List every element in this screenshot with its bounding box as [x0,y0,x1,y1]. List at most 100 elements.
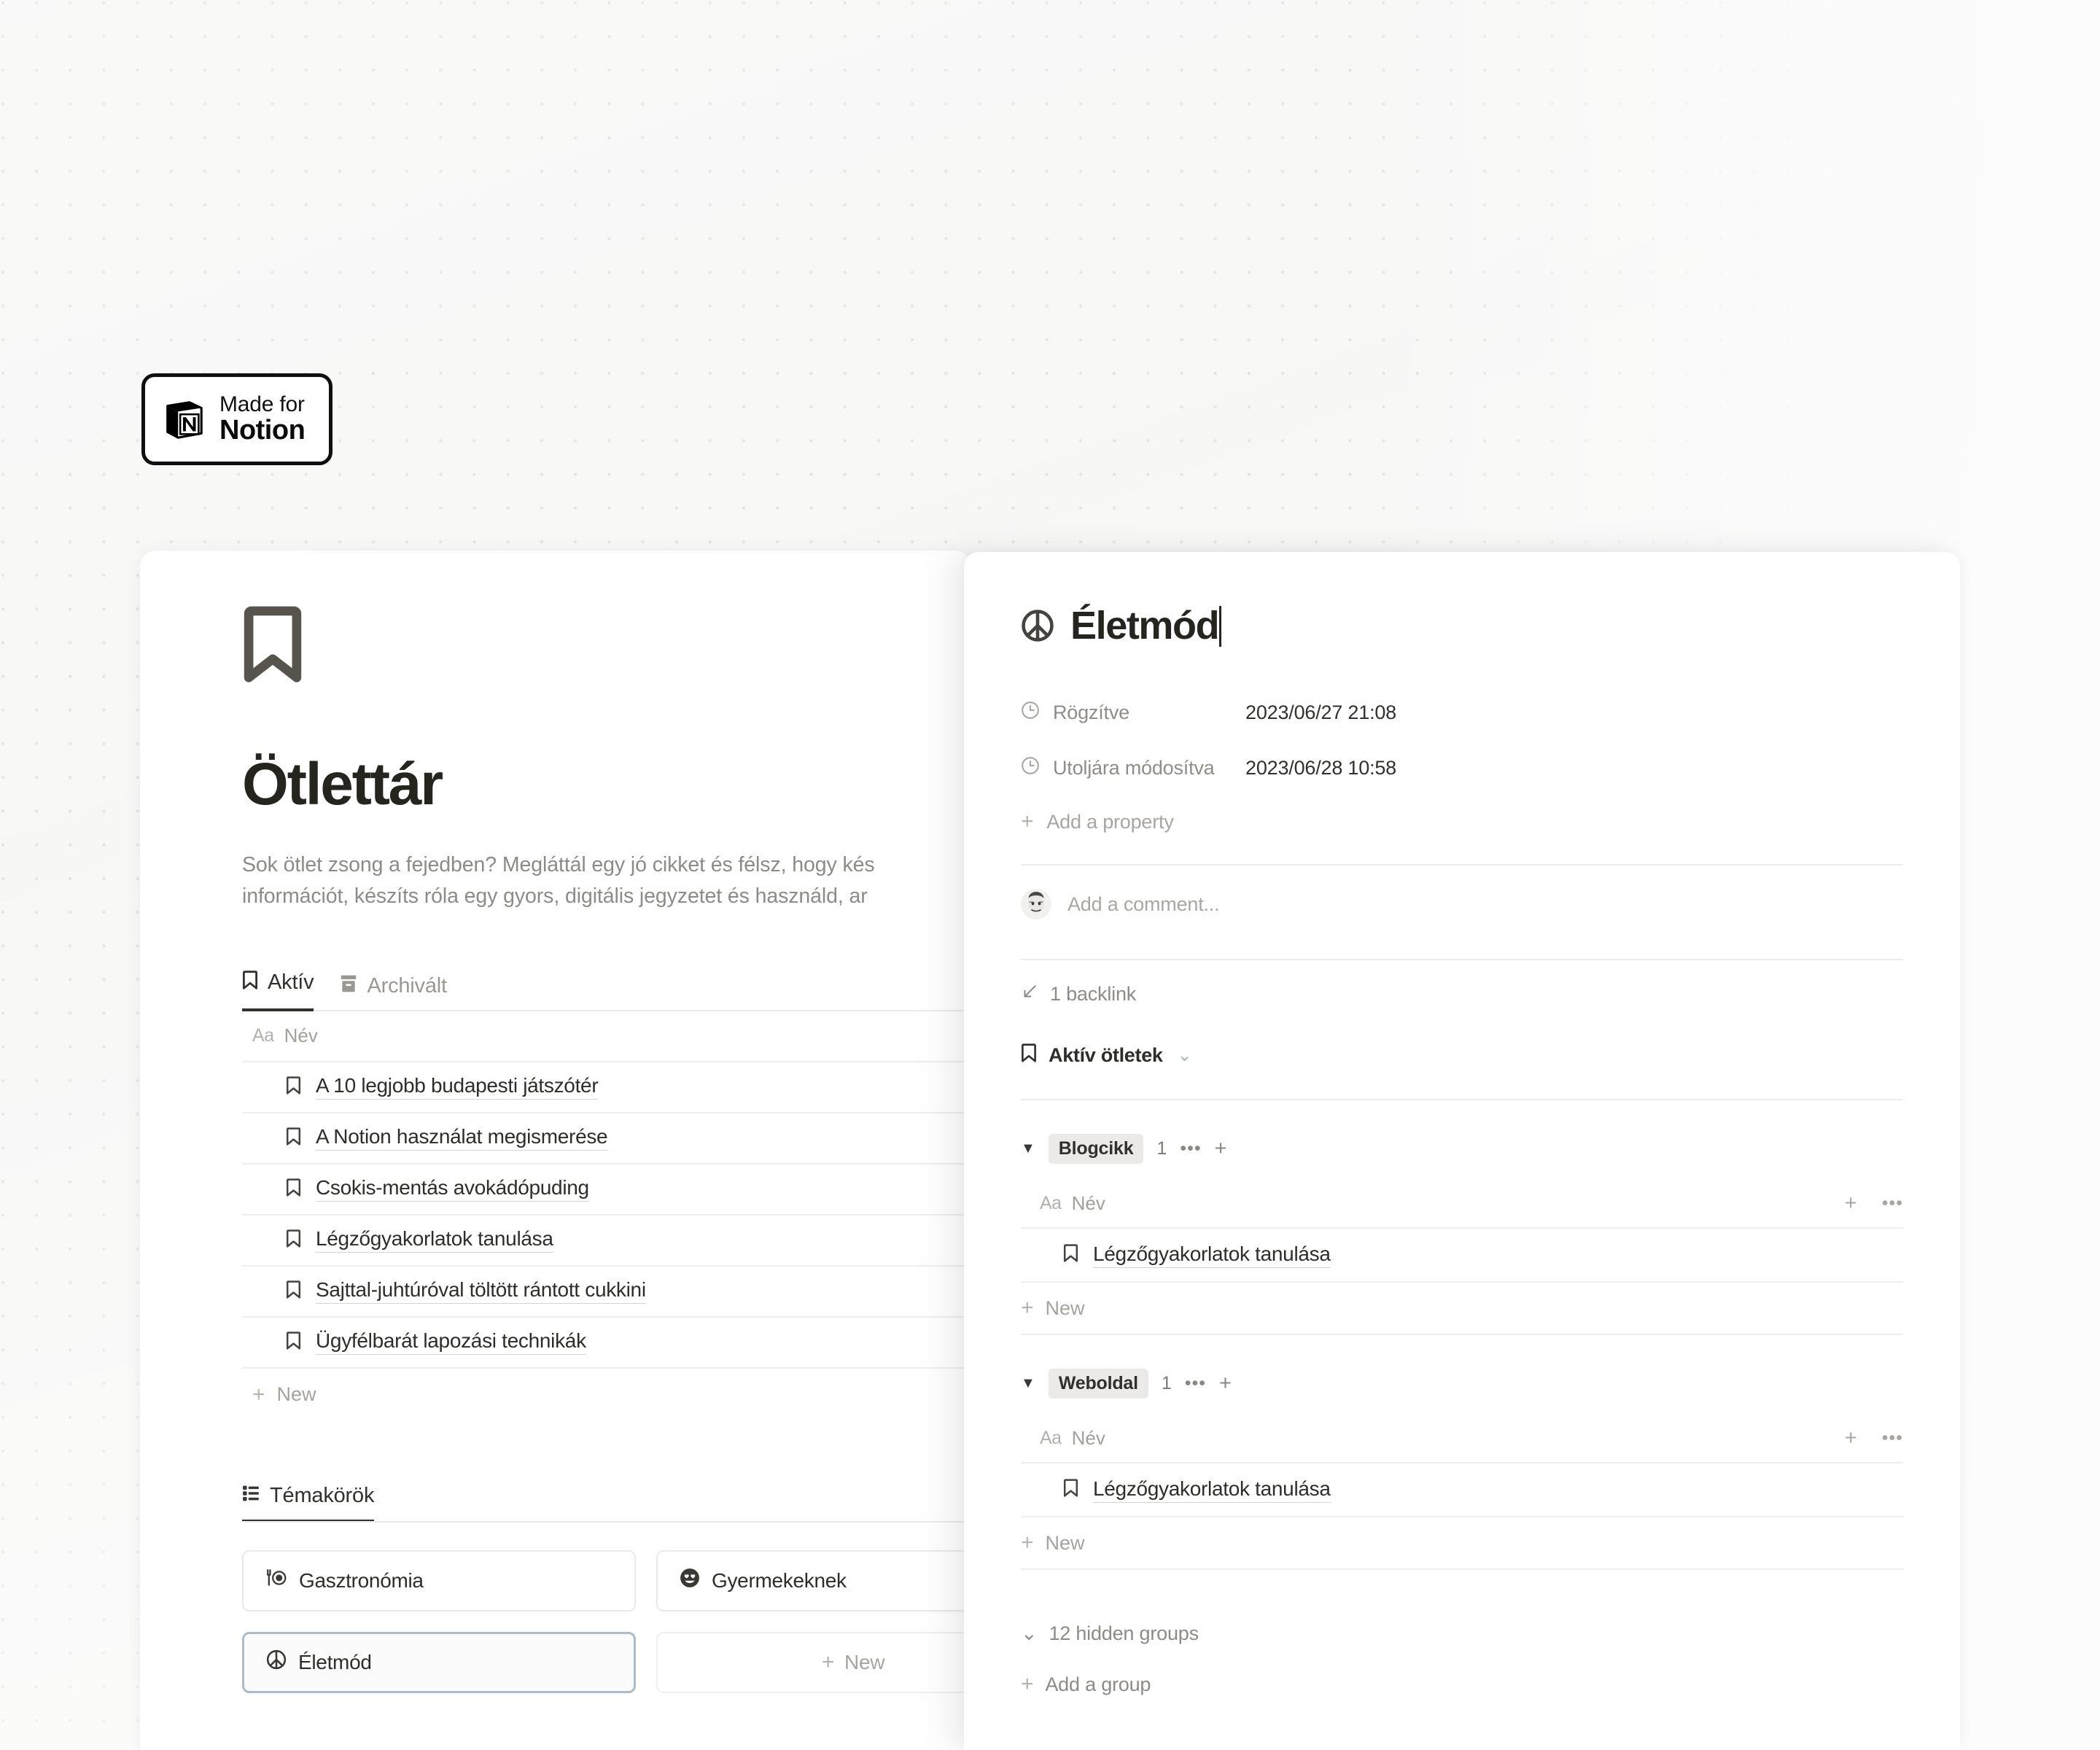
table-row[interactable]: A Notion használat megismerése [242,1113,971,1164]
plus-icon[interactable]: + [1219,1372,1232,1394]
table-header-row: Aa Név [242,1011,971,1062]
plus-icon: + [252,1382,265,1407]
tab-aktiv-label: Aktív [268,971,314,995]
bookmark-icon [1063,1243,1078,1267]
gallery-view-icon [242,1484,260,1508]
backlink-count-row[interactable]: 1 backlink [1021,960,1903,1027]
hidden-groups-toggle[interactable]: ⌄ 12 hidden groups [1021,1608,1903,1659]
bookmark-icon [286,1127,301,1150]
property-value: 2023/06/28 10:58 [1245,756,1396,779]
page-title: Ötlettár [242,751,443,817]
topic-card-gasztronomia[interactable]: Gasztronómia [242,1549,636,1611]
bookmark-icon [1021,1043,1037,1068]
table-row[interactable]: Csokis-mentás avokádópuding [242,1164,971,1216]
group-blogcikk: ▼ Blogcikk 1 ••• + Aa Név + ••• Légzőgya… [1021,1127,1903,1335]
table-row[interactable]: A 10 legjobb budapesti játszótér [242,1062,971,1113]
badge-made-for-label: Made for [219,392,305,417]
more-options-icon[interactable]: ••• [1185,1374,1206,1393]
bookmark-icon [286,1178,301,1201]
text-type-icon: Aa [252,1025,274,1046]
more-options-icon[interactable]: ••• [1882,1193,1903,1214]
plus-icon[interactable]: + [1215,1138,1227,1159]
topic-card-label: Gyermekeknek [712,1568,847,1592]
triangle-collapse-icon[interactable]: ▼ [1021,1376,1035,1391]
add-comment-row[interactable]: Add a comment... [1021,866,1903,943]
archive-box-icon [340,974,357,999]
add-group-label: Add a group [1045,1673,1151,1695]
more-options-icon[interactable]: ••• [1882,1428,1903,1449]
topic-card-new-button[interactable]: + New [656,1631,971,1693]
peace-sign-icon [1021,609,1054,642]
comment-placeholder: Add a comment... [1068,892,1220,915]
topics-section: Témakörök Gasztronómia Gyermekeknek Élet… [242,1484,971,1693]
more-options-icon[interactable]: ••• [1180,1139,1201,1158]
add-property-label: Add a property [1046,810,1174,833]
plus-icon: + [1021,1531,1034,1555]
plus-icon: + [1021,1672,1034,1696]
badge-text: Made for Notion [219,392,306,444]
arrow-down-left-icon [1021,983,1038,1006]
topic-card-gyermekeknek[interactable]: Gyermekeknek [656,1549,971,1611]
panel-title[interactable]: Életmód [1070,603,1222,648]
new-row-button[interactable]: + New [242,1369,971,1421]
backlink-source-row[interactable]: Aktív ötletek ⌄ [1021,1027,1903,1083]
ideas-table: Aa Név A 10 legjobb budapesti játszótér … [242,1011,971,1421]
property-value: 2023/06/27 21:08 [1245,701,1396,723]
user-avatar-icon [1021,889,1051,919]
property-row-utoljara-modositva[interactable]: Utoljára módosítva 2023/06/28 10:58 [1021,740,1903,796]
bookmark-icon [1063,1478,1078,1501]
group-header: ▼ Blogcikk 1 ••• + [1021,1127,1903,1170]
group-name-chip: Weboldal [1048,1368,1148,1399]
triangle-collapse-icon[interactable]: ▼ [1021,1141,1035,1156]
row-title: Csokis-mentás avokádópuding [316,1176,589,1202]
view-tabs: Aktív Archivált [242,970,971,1011]
text-cursor [1219,606,1222,647]
left-page-card: Ötlettár Sok ötlet zsong a fejedben? Meg… [140,551,971,1750]
property-row-rogzitve[interactable]: Rögzítve 2023/06/27 21:08 [1021,685,1903,740]
group-new-row-button[interactable]: + New [1021,1517,1903,1570]
tab-temakorok[interactable]: Témakörök [242,1484,374,1522]
table-row[interactable]: Ügyfélbarát lapozási technikák [242,1318,971,1369]
row-title: A 10 legjobb budapesti játszótér [316,1074,599,1100]
peace-sign-icon [266,1649,287,1675]
table-row[interactable]: Légzőgyakorlatok tanulása [242,1216,971,1267]
property-label: Utoljára módosítva [1053,756,1215,779]
group-weboldal: ▼ Weboldal 1 ••• + Aa Név + ••• Légzőgya… [1021,1361,1903,1570]
topics-grid: Gasztronómia Gyermekeknek Életmód + New [242,1549,971,1693]
group-name-chip: Blogcikk [1048,1133,1144,1164]
group-table-row[interactable]: Légzőgyakorlatok tanulása [1021,1229,1903,1283]
panel-title-text: Életmód [1070,604,1220,648]
tab-aktiv[interactable]: Aktív [242,970,314,1011]
property-label: Rögzítve [1053,701,1129,723]
add-group-button[interactable]: + Add a group [1021,1659,1903,1710]
group-table-row[interactable]: Légzőgyakorlatok tanulása [1021,1463,1903,1517]
chevron-down-icon[interactable]: ⌄ [1178,1045,1192,1066]
add-column-icon[interactable]: + [1845,1191,1857,1216]
clock-icon [1021,701,1040,725]
table-row[interactable]: Sajttal-juhtúróval töltött rántott cukki… [242,1267,971,1318]
plus-icon: + [1021,809,1034,833]
bookmark-icon [286,1076,301,1099]
row-title: A Notion használat megismerése [316,1125,608,1151]
add-property-button[interactable]: + Add a property [1021,796,1903,848]
tab-archivalt[interactable]: Archivált [340,974,447,1011]
group-count: 1 [1156,1138,1167,1159]
row-title: Sajttal-juhtúróval töltött rántott cukki… [316,1278,646,1304]
bookmark-icon [286,1229,301,1252]
new-row-label: New [276,1383,316,1406]
column-header-nev: Név [1071,1191,1105,1214]
notion-logo-icon [161,397,206,442]
plus-icon: + [821,1649,835,1674]
topic-card-eletmod[interactable]: Életmód [242,1631,636,1693]
hidden-groups-label: 12 hidden groups [1049,1622,1199,1644]
group-new-row-button[interactable]: + New [1021,1283,1903,1335]
clock-icon [1021,756,1040,780]
page-description: Sok ötlet zsong a fejedben? Megláttál eg… [242,849,971,913]
plus-icon: + [1021,1296,1034,1320]
chevron-down-icon: ⌄ [1021,1622,1038,1644]
group-table: Aa Név + ••• Légzőgyakorlatok tanulása +… [1021,1179,1903,1335]
page-description-line-1: Sok ötlet zsong a fejedben? Megláttál eg… [242,853,875,877]
add-column-icon[interactable]: + [1845,1426,1857,1450]
properties-list: Rögzítve 2023/06/27 21:08 Utoljára módos… [1021,685,1903,848]
topic-card-label: Gasztronómia [299,1568,424,1592]
